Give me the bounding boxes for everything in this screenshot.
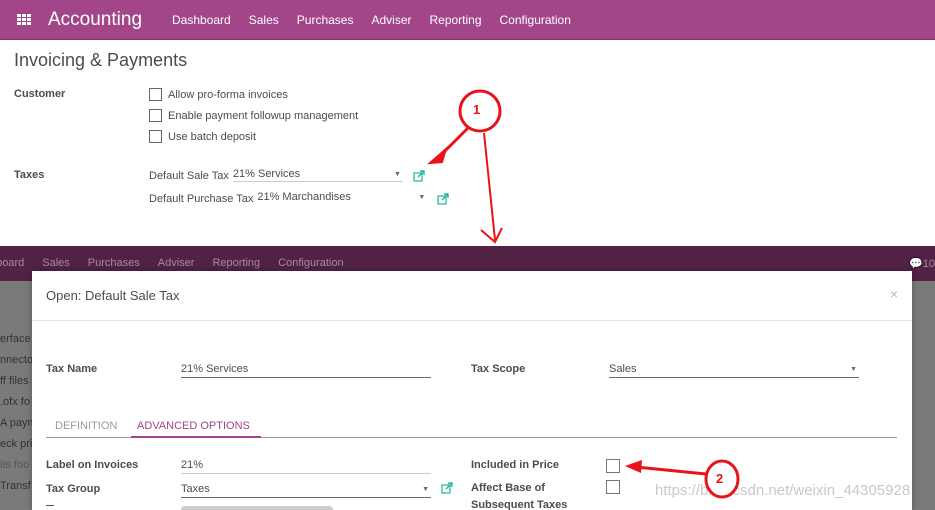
annotation-1-number: 1 <box>473 102 481 117</box>
screenshot-root: Accounting Dashboard Sales Purchases Adv… <box>0 0 935 510</box>
annotation-1 <box>427 89 503 244</box>
annotation-layer <box>427 89 740 499</box>
annotation-2-number: 2 <box>716 471 724 486</box>
